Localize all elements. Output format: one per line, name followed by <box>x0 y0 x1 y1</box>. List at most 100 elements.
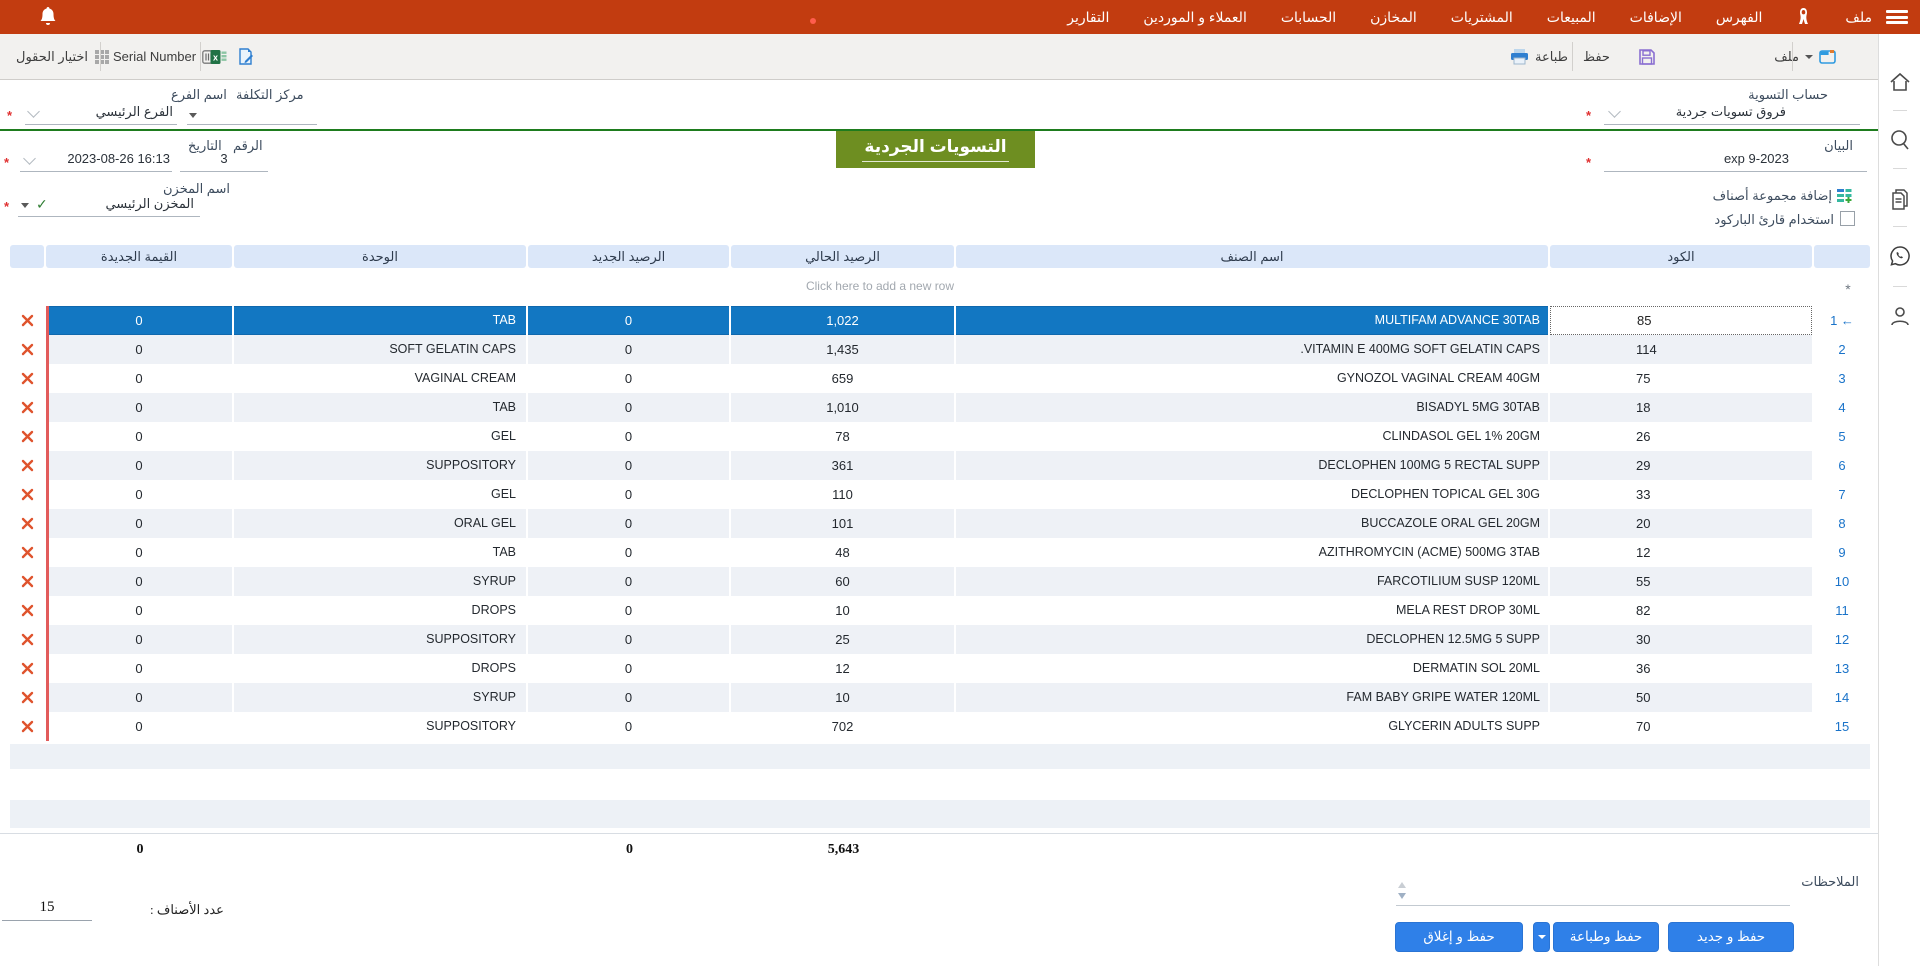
new-balance-cell[interactable]: 0 <box>528 625 729 654</box>
item-name-cell[interactable]: MELA REST DROP 30ML <box>956 596 1548 625</box>
delete-row-button[interactable] <box>10 683 44 712</box>
dropdown-arrow-icon[interactable] <box>189 113 197 118</box>
new-balance-cell[interactable]: 0 <box>528 364 729 393</box>
hamburger-icon[interactable] <box>1886 10 1908 24</box>
new-balance-cell[interactable]: 0 <box>528 480 729 509</box>
menu-item-customers-suppliers[interactable]: العملاء و الموردين <box>1143 9 1247 26</box>
export-doc-button[interactable] <box>238 34 254 79</box>
unit-cell[interactable]: ORAL GEL <box>234 509 526 538</box>
new-balance-cell[interactable]: 0 <box>528 567 729 596</box>
delete-row-button[interactable] <box>10 538 44 567</box>
header-new-value[interactable]: القيمة الجديدة <box>46 245 232 268</box>
save-and-print-button[interactable]: حفظ وطباعة <box>1553 922 1659 952</box>
bell-icon[interactable] <box>38 6 58 28</box>
table-row[interactable]: 1570GLYCERIN ADULTS SUPP7020SUPPOSITORY0 <box>10 712 1870 741</box>
toolbar-file-menu[interactable]: ملف <box>1774 34 1836 79</box>
new-value-cell[interactable]: 0 <box>46 451 232 480</box>
new-value-cell[interactable]: 0 <box>46 654 232 683</box>
menu-item-sales[interactable]: المبيعات <box>1547 9 1596 26</box>
chevron-down-icon[interactable] <box>1608 105 1621 118</box>
unit-cell[interactable]: SUPPOSITORY <box>234 712 526 741</box>
new-balance-cell[interactable]: 0 <box>528 451 729 480</box>
home-icon[interactable] <box>1888 70 1912 94</box>
new-value-cell[interactable]: 0 <box>46 567 232 596</box>
dropdown-arrow-icon[interactable] <box>21 203 29 208</box>
item-name-cell[interactable]: BISADYL 5MG 30TAB <box>956 393 1548 422</box>
table-row[interactable]: 526CLINDASOL GEL 1% 20GM780GEL0 <box>10 422 1870 451</box>
new-value-cell[interactable]: 0 <box>46 422 232 451</box>
table-row[interactable]: ← 185MULTIFAM ADVANCE 30TAB1,0220TAB0 <box>10 306 1870 335</box>
new-value-cell[interactable]: 0 <box>46 364 232 393</box>
table-row[interactable]: 1336DERMATIN SOL 20ML120DROPS0 <box>10 654 1870 683</box>
new-balance-cell[interactable]: 0 <box>528 422 729 451</box>
header-unit[interactable]: الوحدة <box>234 245 526 268</box>
table-row[interactable]: 418BISADYL 5MG 30TAB1,0100TAB0 <box>10 393 1870 422</box>
menu-item-warehouses[interactable]: المخازن <box>1370 9 1417 26</box>
delete-row-button[interactable] <box>10 393 44 422</box>
save-and-new-button[interactable]: حفظ و جديد <box>1668 922 1794 952</box>
menu-item-purchases[interactable]: المشتريات <box>1451 9 1513 26</box>
code-cell[interactable]: 55 <box>1550 567 1812 596</box>
item-name-cell[interactable]: FAM BABY GRIPE WATER 120ML <box>956 683 1548 712</box>
new-value-cell[interactable]: 0 <box>46 335 232 364</box>
use-barcode-checkbox[interactable] <box>1840 211 1855 226</box>
table-row[interactable]: 912AZITHROMYCIN (ACME) 500MG 3TAB480TAB0 <box>10 538 1870 567</box>
delete-row-button[interactable] <box>10 364 44 393</box>
unit-cell[interactable]: DROPS <box>234 596 526 625</box>
delete-row-button[interactable] <box>10 335 44 364</box>
statement-input[interactable]: exp 9-2023 <box>1604 148 1867 172</box>
new-value-cell[interactable]: 0 <box>46 538 232 567</box>
header-item-name[interactable]: اسم الصنف <box>956 245 1548 268</box>
new-balance-cell[interactable]: 0 <box>528 596 729 625</box>
notes-scroll-down-icon[interactable] <box>1398 893 1406 899</box>
item-name-cell[interactable]: CLINDASOL GEL 1% 20GM <box>956 422 1548 451</box>
unit-cell[interactable]: TAB <box>234 306 526 335</box>
delete-row-button[interactable] <box>10 567 44 596</box>
item-name-cell[interactable]: AZITHROMYCIN (ACME) 500MG 3TAB <box>956 538 1548 567</box>
code-cell[interactable]: 75 <box>1550 364 1812 393</box>
branch-combo[interactable]: الفرع الرئيسي <box>25 101 177 125</box>
table-row[interactable]: 1182MELA REST DROP 30ML100DROPS0 <box>10 596 1870 625</box>
item-name-cell[interactable]: GYNOZOL VAGINAL CREAM 40GM <box>956 364 1548 393</box>
new-value-cell[interactable]: 0 <box>46 393 232 422</box>
delete-row-button[interactable] <box>10 422 44 451</box>
user-icon[interactable] <box>1888 304 1912 328</box>
code-cell[interactable]: 20 <box>1550 509 1812 538</box>
delete-row-button[interactable] <box>10 451 44 480</box>
code-cell[interactable]: 70 <box>1550 712 1812 741</box>
code-cell[interactable]: 33 <box>1550 480 1812 509</box>
new-value-cell[interactable]: 0 <box>46 596 232 625</box>
new-balance-cell[interactable]: 0 <box>528 335 729 364</box>
cost-center-input[interactable] <box>187 101 317 125</box>
chevron-down-icon[interactable] <box>27 105 40 118</box>
unit-cell[interactable]: TAB <box>234 538 526 567</box>
save-and-close-button[interactable]: حفظ و إغلاق <box>1395 922 1523 952</box>
unit-cell[interactable]: SYRUP <box>234 683 526 712</box>
delete-row-button[interactable] <box>10 625 44 654</box>
add-new-row-hint[interactable]: Click here to add a new row <box>0 279 1760 293</box>
notes-scroll-up-icon[interactable] <box>1398 882 1406 888</box>
serial-number-button[interactable]: Serial Number <box>113 34 220 79</box>
code-cell[interactable]: 30 <box>1550 625 1812 654</box>
table-row[interactable]: 820BUCCAZOLE ORAL GEL 20GM1010ORAL GEL0 <box>10 509 1870 538</box>
unit-cell[interactable]: SUPPOSITORY <box>234 451 526 480</box>
new-value-cell[interactable]: 0 <box>46 480 232 509</box>
code-cell[interactable]: 26 <box>1550 422 1812 451</box>
date-picker[interactable]: 2023-08-26 16:13 <box>20 148 172 172</box>
delete-row-button[interactable] <box>10 596 44 625</box>
code-cell[interactable]: 12 <box>1550 538 1812 567</box>
search-icon[interactable] <box>1888 128 1912 152</box>
warehouse-combo[interactable]: المخزن الرئيسي ✓ <box>18 193 200 217</box>
new-value-cell[interactable]: 0 <box>46 509 232 538</box>
save-icon-button[interactable] <box>1638 34 1656 79</box>
header-code[interactable]: الكود <box>1550 245 1812 268</box>
code-cell[interactable]: 18 <box>1550 393 1812 422</box>
code-cell[interactable]: 82 <box>1550 596 1812 625</box>
code-cell[interactable]: 85 <box>1550 306 1812 335</box>
item-name-cell[interactable]: BUCCAZOLE ORAL GEL 20GM <box>956 509 1548 538</box>
item-name-cell[interactable]: VITAMIN E 400MG SOFT GELATIN CAPS. <box>956 335 1548 364</box>
new-value-cell[interactable]: 0 <box>46 712 232 741</box>
delete-row-button[interactable] <box>10 712 44 741</box>
notes-input[interactable] <box>1396 888 1790 906</box>
settlement-account-combo[interactable]: فروق تسويات جردية <box>1604 101 1860 125</box>
